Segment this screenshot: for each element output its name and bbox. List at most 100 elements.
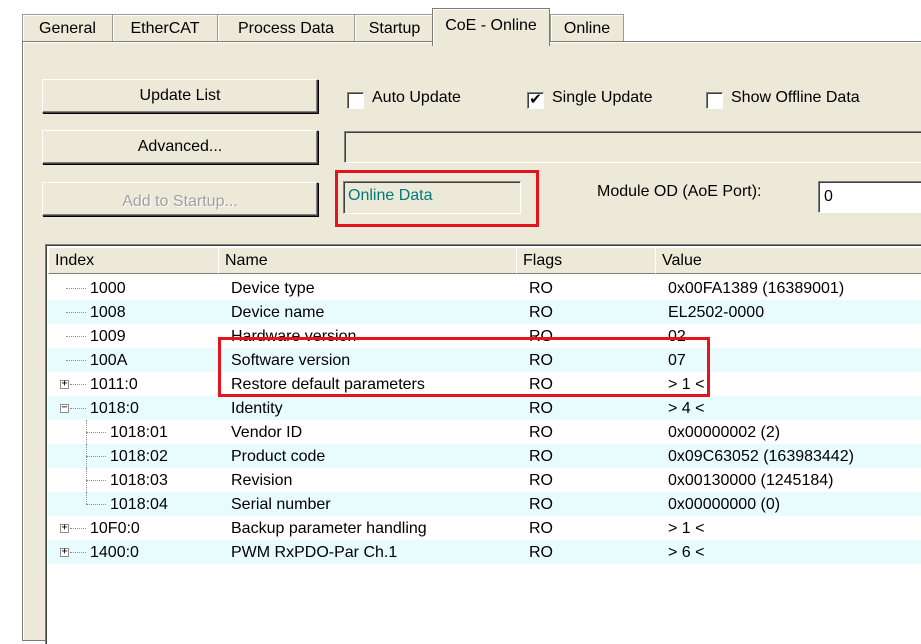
table-row[interactable]: 1018:03 Revision RO 0x00130000 (1245184) (48, 468, 921, 492)
module-od-input[interactable]: 0 (818, 181, 921, 213)
cell-value: 0x09C63052 (163983442) (668, 448, 854, 465)
cell-flags: RO (529, 448, 553, 465)
tree-connector (86, 432, 106, 433)
collapse-icon[interactable]: − (60, 403, 69, 413)
table-row[interactable]: 1000 Device type RO 0x00FA1389 (16389001) (48, 276, 921, 300)
table-row[interactable]: 1018:04 Serial number RO 0x00000000 (0) (48, 492, 921, 516)
show-offline-data-label: Show Offline Data (731, 89, 860, 106)
table-row[interactable]: +1011:0 Restore default parameters RO > 1 < (48, 372, 921, 396)
cell-flags: RO (529, 376, 553, 393)
cell-index: 1018:0 (90, 400, 139, 417)
cell-flags: RO (529, 424, 553, 441)
cell-name: Hardware version (231, 328, 357, 345)
column-header-name[interactable]: Name (218, 247, 517, 274)
cell-value: 0x00000002 (2) (668, 424, 781, 441)
cell-value: > 4 < (668, 400, 705, 417)
tree-connector (86, 480, 106, 481)
add-to-startup-button[interactable]: Add to Startup... (42, 182, 318, 216)
advanced-button[interactable]: Advanced... (42, 130, 318, 164)
cell-index: 1018:02 (110, 448, 168, 465)
cell-index: 1000 (90, 280, 126, 297)
cell-name: Device type (231, 280, 315, 297)
module-od-value: 0 (824, 188, 833, 205)
cell-value: 02 (668, 328, 686, 345)
cell-flags: RO (529, 472, 553, 489)
update-list-button[interactable]: Update List (42, 79, 318, 113)
tree-connector (70, 384, 86, 385)
table-row[interactable]: +10F0:0 Backup parameter handling RO > 1 < (48, 516, 921, 540)
tree-connector (70, 408, 86, 409)
cell-index: 1400:0 (90, 544, 139, 561)
cell-index: 1008 (90, 304, 126, 321)
cell-name: Device name (231, 304, 325, 321)
cell-name: Restore default parameters (231, 376, 425, 393)
cell-name: Product code (231, 448, 326, 465)
cell-name: Vendor ID (231, 424, 303, 441)
cell-flags: RO (529, 520, 553, 537)
object-list[interactable]: Index Name Flags Value 1000 Device type RO… (45, 244, 921, 644)
cell-flags: RO (529, 400, 553, 417)
tab-online[interactable]: Online (550, 14, 624, 43)
table-row[interactable]: 100A Software version RO 07 (48, 348, 921, 372)
cell-flags: RO (529, 544, 553, 561)
tab-process-data[interactable]: Process Data (217, 14, 355, 43)
cell-name: PWM RxPDO-Par Ch.1 (231, 544, 398, 561)
tab-general[interactable]: General (22, 14, 113, 43)
cell-index: 1018:03 (110, 472, 168, 489)
tree-connector (86, 492, 87, 504)
show-offline-data-checkbox[interactable] (706, 92, 723, 109)
table-row[interactable]: 1018:02 Product code RO 0x09C63052 (1639834… (48, 444, 921, 468)
auto-update-checkbox[interactable] (347, 92, 364, 109)
cell-name: Serial number (231, 496, 331, 513)
cell-value: > 1 < (668, 376, 705, 393)
tree-connector (66, 360, 86, 361)
cell-value: 0x00130000 (1245184) (668, 472, 834, 489)
info-field (344, 131, 921, 163)
status-text: Online Data (348, 187, 433, 204)
cell-name: Identity (231, 400, 283, 417)
tab-startup[interactable]: Startup (354, 14, 435, 43)
table-row[interactable]: − 1018:0 Identity RO > 4 < (48, 396, 921, 420)
expand-icon[interactable]: + (60, 547, 69, 557)
cell-name: Backup parameter handling (231, 520, 427, 537)
check-mark-icon: ✔ (529, 91, 542, 108)
cell-index: 1011:0 (90, 376, 138, 393)
auto-update-label: Auto Update (372, 89, 461, 106)
table-row[interactable]: 1009 Hardware version RO 02 (48, 324, 921, 348)
module-od-label: Module OD (AoE Port): (597, 183, 762, 200)
expand-icon[interactable]: + (60, 379, 69, 389)
cell-flags: RO (529, 496, 553, 513)
cell-value: 07 (668, 352, 686, 369)
single-update-checkbox[interactable]: ✔ (527, 92, 544, 109)
cell-flags: RO (529, 304, 553, 321)
column-header-index[interactable]: Index (48, 247, 219, 274)
tree-connector (66, 312, 86, 313)
table-row[interactable]: 1008 Device name RO EL2502-0000 (48, 300, 921, 324)
cell-value: > 6 < (668, 544, 705, 561)
cell-index: 1018:04 (110, 496, 168, 513)
cell-value: EL2502-0000 (668, 304, 765, 321)
tree-connector (86, 456, 106, 457)
cell-value: > 1 < (668, 520, 705, 537)
cell-index: 1009 (90, 328, 126, 345)
tab-ethercat[interactable]: EtherCAT (112, 14, 218, 43)
column-header-value[interactable]: Value (655, 247, 921, 274)
tree-connector (70, 552, 86, 553)
column-header-flags[interactable]: Flags (516, 247, 656, 274)
cell-index: 1018:01 (110, 424, 168, 441)
cell-name: Software version (231, 352, 351, 369)
online-data-status: Online Data (343, 181, 521, 214)
tab-coe-online[interactable]: CoE - Online (432, 8, 550, 46)
cell-index: 10F0:0 (90, 520, 140, 537)
table-row[interactable]: 1018:01 Vendor ID RO 0x00000002 (2) (48, 420, 921, 444)
cell-value: 0x00FA1389 (16389001) (668, 280, 845, 297)
table-row[interactable]: +1400:0 PWM RxPDO-Par Ch.1 RO > 6 < (48, 540, 921, 564)
expand-icon[interactable]: + (60, 523, 69, 533)
cell-flags: RO (529, 352, 553, 369)
cell-name: Revision (231, 472, 293, 489)
tree-connector (66, 336, 86, 337)
single-update-label: Single Update (552, 89, 653, 106)
tree-connector (66, 288, 86, 289)
cell-value: 0x00000000 (0) (668, 496, 781, 513)
tree-connector (86, 504, 106, 505)
